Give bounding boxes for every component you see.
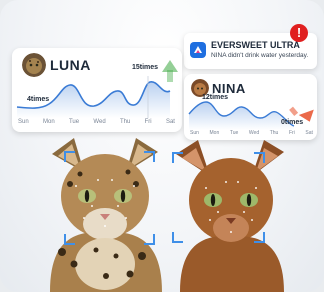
low-value: 4times <box>27 96 50 103</box>
day-label: Mon <box>209 130 220 136</box>
day-label: Sat <box>305 130 313 136</box>
weekday-axis: Sun Mon Tue Wed Thu Fri Sat <box>190 130 313 136</box>
face-frame-corner <box>172 232 183 243</box>
notification-message: NINA didn't drink water yesterday. <box>211 52 309 59</box>
day-label: Thu <box>119 119 131 125</box>
face-frame-corner <box>144 151 155 162</box>
day-label: Sun <box>18 119 29 125</box>
day-label: Fri <box>288 130 295 136</box>
day-label: Thu <box>269 130 279 136</box>
low-value: 0times <box>281 119 304 126</box>
day-label: Wed <box>248 130 260 136</box>
face-frame-corner <box>64 151 75 162</box>
nina-activity-card[interactable]: NINA 12times 0times Sun Mon Tue Wed Thu <box>184 74 317 140</box>
day-label: Wed <box>93 119 106 125</box>
alert-icon: ! <box>290 24 308 42</box>
face-frame-corner <box>64 234 75 245</box>
face-frame-corner <box>144 234 155 245</box>
face-frame-corner <box>172 152 183 163</box>
app-screen: EVERSWEET ULTRA NINA didn't drink water … <box>0 0 324 292</box>
day-label: Sat <box>165 119 175 125</box>
trend-up-arrow-icon <box>162 60 178 82</box>
face-frame-corner <box>254 152 265 163</box>
face-frame-corner <box>254 232 265 243</box>
day-label: Tue <box>229 130 239 136</box>
high-value: 12times <box>202 94 229 101</box>
day-label: Sun <box>190 130 199 136</box>
weekday-axis: Sun Mon Tue Wed Thu Fri Sat <box>18 119 175 125</box>
day-label: Fri <box>144 119 152 125</box>
day-label: Mon <box>43 119 55 125</box>
luna-activity-card[interactable]: LUNA 4times 15times Sun Mon Tue Wed Thu … <box>12 48 182 132</box>
notification-title: EVERSWEET ULTRA <box>211 40 300 50</box>
app-logo-icon <box>190 42 206 58</box>
nina-cat-image <box>176 140 284 292</box>
day-label: Tue <box>68 119 80 125</box>
high-value: 15times <box>132 64 159 71</box>
